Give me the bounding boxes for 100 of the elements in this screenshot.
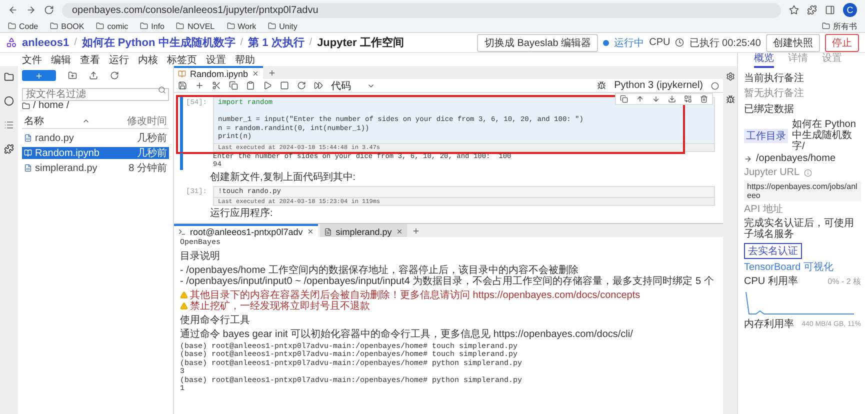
debugger-icon[interactable] (597, 81, 606, 90)
breadcrumb-link[interactable]: 第 1 次执行 (248, 35, 304, 50)
extensions-icon[interactable] (807, 5, 817, 15)
stop-icon[interactable] (280, 81, 289, 90)
delete-icon[interactable] (700, 95, 708, 103)
bookmark-link[interactable]: comic (107, 22, 128, 30)
search-icon[interactable] (158, 86, 166, 94)
restart-icon[interactable] (297, 81, 306, 90)
cpu-usage-value: 0% - 2 核 (828, 276, 861, 287)
close-icon[interactable] (306, 228, 314, 235)
add-cell-icon[interactable] (195, 81, 204, 90)
menu-item[interactable]: 文件 (22, 52, 42, 66)
profile-avatar[interactable]: C (843, 3, 857, 17)
folder-icon[interactable] (96, 22, 104, 30)
forward-icon[interactable] (26, 5, 36, 15)
folder-icon[interactable] (176, 22, 184, 30)
move-up-icon[interactable] (636, 95, 644, 103)
snapshot-button[interactable]: 创建快照 (766, 34, 820, 52)
breadcrumb-link[interactable]: 如何在 Python 中生成随机数字 (82, 35, 236, 50)
insert-below-icon[interactable] (668, 95, 676, 103)
folder-icon[interactable] (8, 22, 16, 30)
back-icon[interactable] (8, 5, 18, 15)
folder-icon[interactable] (822, 22, 830, 30)
bookmark-link[interactable]: NOVEL (187, 22, 215, 30)
new-button[interactable] (22, 70, 56, 81)
menu-item[interactable]: 查看 (80, 52, 100, 66)
bookmark-link[interactable]: Unity (279, 22, 298, 30)
terminal-line: - /openbayes/input/input0 ~ /openbayes/input/input4 为数据目录，不会占用工作空间的存储容量，最多支持同时绑定 5 个 (180, 276, 714, 286)
menu-item[interactable]: 设置 (206, 52, 226, 66)
close-icon[interactable] (396, 228, 403, 235)
menu-item[interactable]: 内核 (138, 52, 158, 66)
section-title: Jupyter URL (744, 167, 800, 178)
move-down-icon[interactable] (652, 95, 660, 103)
upload-icon[interactable] (89, 71, 98, 80)
side-panel-icon[interactable] (825, 5, 835, 15)
url-field[interactable]: https://openbayes.com/jobs/anleeo (744, 181, 861, 201)
running-icon[interactable] (4, 96, 14, 106)
file-row[interactable]: Random.ipynb 几秒前 (22, 147, 169, 159)
add-tab-icon[interactable] (268, 68, 276, 76)
close-icon[interactable] (252, 70, 260, 77)
column-header[interactable]: 名称 (24, 114, 44, 128)
breadcrumb-link[interactable]: anleeos1 (22, 36, 70, 48)
bookmark-link[interactable]: Work (238, 22, 256, 30)
data-tag: 工作目录 (744, 128, 788, 142)
cut-icon[interactable] (212, 81, 221, 90)
notebook-tab[interactable]: Random.ipynb (174, 66, 264, 79)
menu-item[interactable]: 运行 (109, 52, 129, 66)
mount-path: /openbayes/home (756, 153, 836, 164)
refresh-icon[interactable] (110, 71, 119, 80)
star-icon[interactable] (789, 5, 799, 15)
save-icon[interactable] (178, 81, 187, 90)
cell-type-dropdown[interactable]: 代码 (331, 78, 375, 92)
column-header[interactable]: 修改时间 (127, 114, 167, 128)
stop-button[interactable]: 停止 (825, 34, 859, 52)
address-bar[interactable]: openbayes.com/console/anleeos1/jupyter/pntxp0l7advu (62, 2, 781, 18)
merge-icon[interactable] (684, 95, 692, 103)
breadcrumb-path[interactable]: / home / (33, 100, 70, 111)
kernel-name[interactable]: Python 3 (ipykernel) (614, 80, 703, 91)
menu-item[interactable]: 编辑 (51, 52, 71, 66)
dataset-name[interactable]: 如何在 Python 中生成随机数字/ (792, 119, 861, 152)
reload-icon[interactable] (44, 5, 54, 15)
file-row[interactable]: rando.py 几秒前 (22, 132, 169, 144)
add-tab-icon[interactable] (412, 226, 420, 234)
run-icon[interactable] (263, 81, 272, 90)
copy-icon[interactable] (229, 81, 238, 90)
plus-icon[interactable] (35, 72, 43, 80)
paste-icon[interactable] (246, 81, 255, 90)
terminal-tab[interactable]: root@anleeos1-pntxp0l7adv (174, 224, 318, 237)
debugger-icon[interactable] (726, 95, 734, 104)
folder-icon[interactable] (226, 22, 235, 30)
tensorboard-link[interactable]: TensorBoard 可视化 (744, 262, 861, 273)
kernel-status-icon[interactable] (711, 82, 719, 90)
folder-icon[interactable] (50, 22, 58, 30)
menu-item[interactable]: 标签页 (167, 52, 197, 66)
memory-usage-title: 内存利用率 (744, 319, 794, 330)
terminal-tab[interactable]: simplerand.py (320, 224, 407, 237)
separator: / (74, 37, 77, 48)
info-icon[interactable] (804, 168, 812, 176)
file-row[interactable]: simplerand.py 8 分钟前 (22, 162, 169, 174)
folder-icon[interactable] (140, 22, 148, 30)
folder-icon[interactable] (268, 22, 276, 30)
section-title: 已绑定数据 (744, 102, 795, 116)
status-dot (603, 40, 610, 46)
terminal-line: - /openbayes/home 工作空间内的数据保存地址，容器停止后，该目录中的内容不会被删除 (180, 264, 578, 276)
folder-icon[interactable] (4, 72, 14, 82)
settings-icon[interactable] (726, 72, 734, 81)
run-all-icon[interactable] (314, 81, 323, 90)
menu-item[interactable]: 帮助 (235, 52, 255, 66)
panel-tab[interactable]: 概览 (754, 51, 774, 68)
verify-button[interactable]: 去实名认证 (744, 243, 802, 259)
section-title: API 地址 (744, 204, 784, 215)
list-icon[interactable] (4, 120, 14, 130)
new-folder-icon[interactable] (68, 71, 77, 80)
bookmark-link[interactable]: 所有书 (833, 20, 857, 32)
bookmark-link[interactable]: Code (19, 22, 38, 30)
bookmark-link[interactable]: BOOK (61, 22, 84, 30)
duplicate-icon[interactable] (620, 95, 628, 103)
switch-editor-button[interactable]: 切换成 Bayeslab 编辑器 (477, 34, 598, 52)
extension-icon[interactable] (4, 144, 14, 154)
bookmark-link[interactable]: Info (151, 22, 164, 30)
